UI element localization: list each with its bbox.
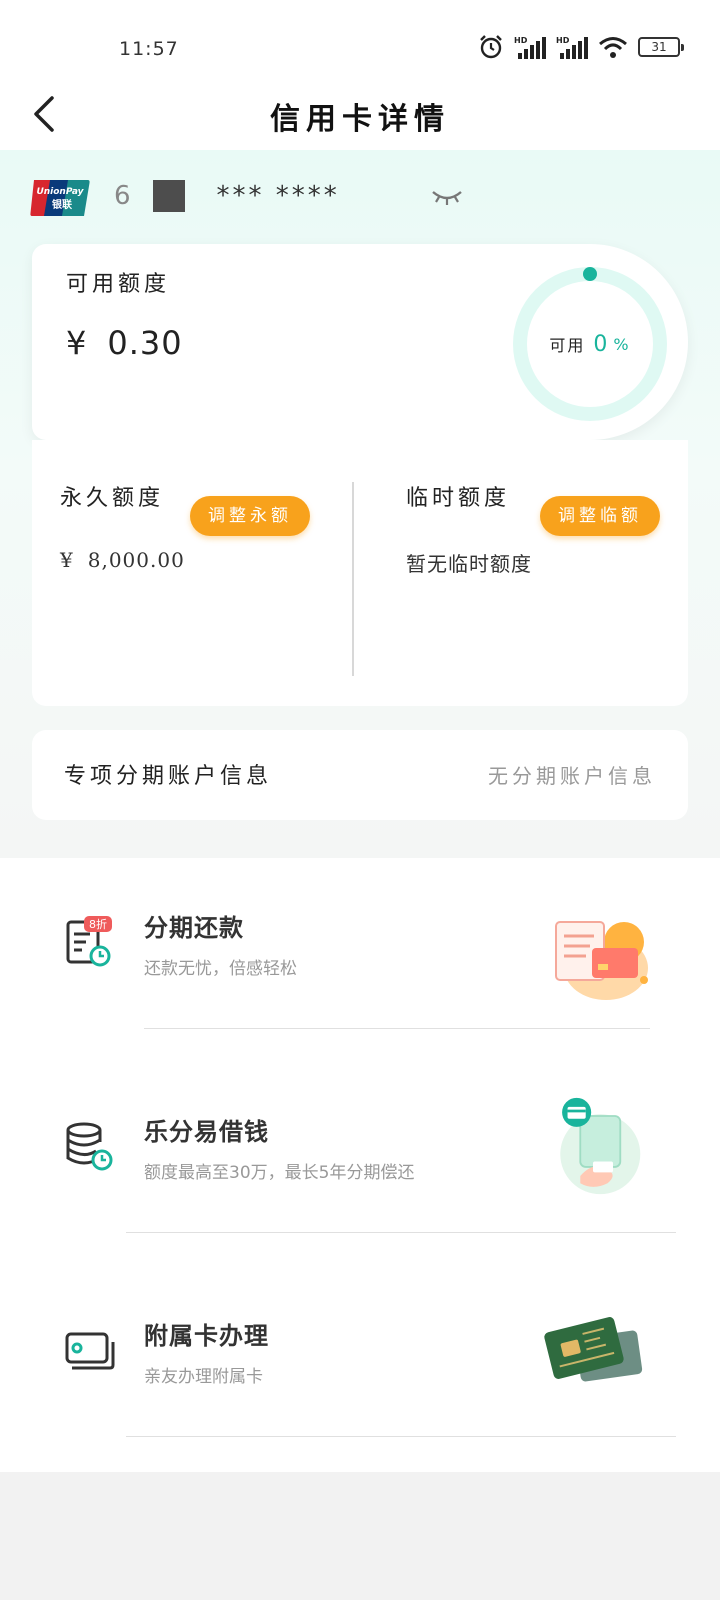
- service-subtitle: 亲友办理附属卡: [144, 1367, 263, 1387]
- service-divider: [126, 1232, 676, 1233]
- service-subtitle: 还款无忧，倍感轻松: [144, 959, 297, 979]
- bill-clock-icon: 8折: [66, 916, 112, 967]
- signal-hd-icon-2: HD: [556, 36, 588, 59]
- service-list: 8折 分期还款 还款无忧，倍感轻松 乐分易借钱 额度最高至30万，最长5年分期偿…: [0, 858, 720, 1472]
- svg-text:银联: 银联: [52, 198, 72, 211]
- card-stack-icon: [65, 1332, 115, 1370]
- permanent-limit-value: ¥8,000.00: [60, 548, 185, 572]
- permanent-currency: ¥: [60, 548, 74, 572]
- available-credit-amount: ¥0.30: [66, 324, 183, 362]
- ring-label-text: 可用: [549, 336, 586, 355]
- loan-illustration: [560, 1097, 641, 1195]
- coins-clock-icon: [66, 1122, 113, 1171]
- service-title: 附属卡办理: [144, 1322, 269, 1350]
- svg-text:HD: HD: [514, 36, 528, 45]
- adjust-temporary-button[interactable]: 调整临额: [540, 496, 660, 536]
- temporary-limit-title: 临时额度: [406, 486, 511, 511]
- card-number-masked: *** ****: [216, 181, 340, 211]
- service-item-loan[interactable]: 乐分易借钱 额度最高至30万，最长5年分期偿还: [0, 1062, 720, 1266]
- eye-closed-icon[interactable]: [430, 184, 464, 208]
- status-time: 11:57: [119, 38, 179, 60]
- svg-text:UnionPay: UnionPay: [36, 187, 84, 197]
- available-credit-value: 0.30: [107, 324, 183, 362]
- installment-account-row[interactable]: 专项分期账户信息 无分期账户信息: [32, 730, 688, 820]
- card-number: 6 *** ****: [114, 180, 340, 212]
- service-title: 乐分易借钱: [144, 1118, 269, 1146]
- installment-illustration: [555, 921, 648, 1000]
- installment-account-value: 无分期账户信息: [488, 764, 656, 788]
- temporary-limit-value: 暂无临时额度: [406, 552, 532, 576]
- card-number-row: UnionPay 银联 6 *** ****: [30, 178, 690, 222]
- svg-text:HD: HD: [556, 36, 570, 45]
- ring-percent: 0: [593, 331, 610, 357]
- discount-badge: 8折: [89, 917, 107, 931]
- permanent-limit-title: 永久额度: [60, 486, 165, 511]
- permanent-limit-section: 永久额度 ¥8,000.00: [32, 440, 352, 706]
- card-summary-area: UnionPay 银联 6 *** **** 可用额度 ¥0.30 可用 0 %: [0, 150, 720, 858]
- service-divider: [126, 1436, 676, 1437]
- signal-hd-icon-1: HD: [514, 36, 546, 59]
- alarm-icon: [480, 35, 502, 59]
- status-icons: HD HD 31: [478, 34, 684, 60]
- service-item-supplementary-card[interactable]: 附属卡办理 亲友办理附属卡: [0, 1266, 720, 1470]
- page-title: 信用卡详情: [270, 102, 450, 137]
- battery-indicator: 31: [638, 37, 684, 57]
- adjust-permanent-button[interactable]: 调整永额: [190, 496, 310, 536]
- wifi-icon: [599, 37, 627, 58]
- service-item-installment-repay[interactable]: 8折 分期还款 还款无忧，倍感轻松: [0, 858, 720, 1062]
- service-divider: [144, 1028, 650, 1029]
- nav-bar: 信用卡详情: [0, 80, 720, 150]
- credit-limits-card: 永久额度 ¥8,000.00 临时额度 暂无临时额度: [32, 440, 688, 706]
- service-title: 分期还款: [144, 914, 244, 942]
- card-number-mask: [152, 180, 185, 212]
- status-bar: 11:57 HD HD 31: [0, 0, 720, 80]
- permanent-limit-amount: 8,000.00: [87, 548, 185, 572]
- available-credit-card: 可用额度 ¥0.30 可用 0 %: [32, 244, 688, 440]
- card-number-prefix: 6: [114, 181, 133, 211]
- currency-symbol: ¥: [66, 324, 88, 362]
- ring-percent-sign: %: [613, 334, 631, 354]
- temporary-limit-section: 临时额度 暂无临时额度: [378, 440, 698, 706]
- available-credit-label: 可用额度: [66, 272, 171, 297]
- limit-divider: [352, 482, 354, 676]
- ring-label: 可用 0 %: [510, 264, 670, 424]
- installment-account-label: 专项分期账户信息: [64, 764, 273, 789]
- unionpay-logo: UnionPay 银联: [30, 180, 90, 216]
- supplementary-card-illustration: [544, 1317, 643, 1382]
- service-subtitle: 额度最高至30万，最长5年分期偿还: [144, 1163, 415, 1183]
